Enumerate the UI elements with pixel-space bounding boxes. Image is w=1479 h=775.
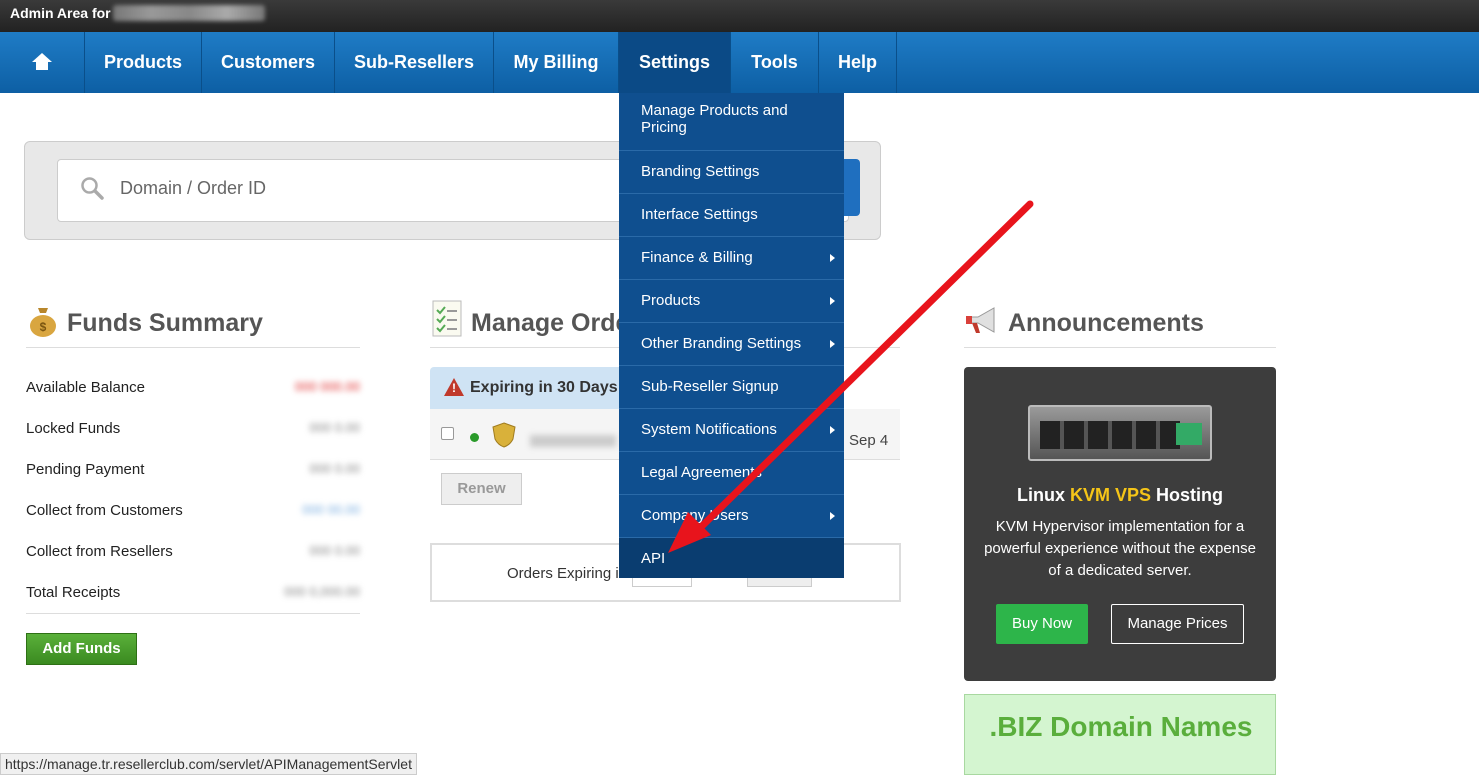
menu-interface-settings[interactable]: Interface Settings <box>619 193 844 236</box>
fund-value-redacted: 000 0.00 <box>309 543 360 558</box>
manage-orders-title: Manage Orde <box>471 309 630 337</box>
fund-label: Collect from Resellers <box>26 543 173 560</box>
vps-promo-card: Linux KVM VPS Hosting KVM Hypervisor imp… <box>964 367 1276 681</box>
fund-label: Pending Payment <box>26 461 145 478</box>
submenu-arrow-icon <box>830 426 835 434</box>
menu-item-label: Other Branding Settings <box>641 335 802 352</box>
money-bag-icon: $ <box>30 308 56 337</box>
submenu-arrow-icon <box>830 340 835 348</box>
order-date: Sep 4 <box>849 432 889 449</box>
fund-row-collect-customers: Collect from Customers 000 00.00 <box>26 502 360 519</box>
funds-divider <box>26 347 360 348</box>
fund-label: Total Receipts <box>26 584 121 601</box>
menu-system-notifications[interactable]: System Notifications <box>619 408 844 451</box>
menu-company-users[interactable]: Company Users <box>619 494 844 537</box>
fund-row-available: Available Balance 000 000.00 <box>26 379 360 396</box>
announcements-title: Announcements <box>1008 309 1204 337</box>
admin-topbar: Admin Area for <box>0 0 1479 32</box>
admin-area-title: Admin Area for <box>10 5 111 21</box>
submenu-arrow-icon <box>830 254 835 262</box>
promo-heading: Linux KVM VPS Hosting <box>964 485 1276 506</box>
announcements-divider <box>964 347 1276 348</box>
order-checkbox[interactable] <box>441 427 454 440</box>
menu-item-label: Company Users <box>641 507 749 524</box>
server-rack-icon <box>1028 405 1212 461</box>
settings-dropdown: Manage Products and Pricing Branding Set… <box>619 93 844 578</box>
fund-label: Locked Funds <box>26 420 121 437</box>
warning-icon <box>444 378 464 396</box>
expiring-tab[interactable]: Expiring in 30 Days <box>430 367 630 409</box>
checklist-icon <box>432 300 462 337</box>
fund-value-redacted: 000 000.00 <box>294 379 360 394</box>
biz-promo-title: .BIZ Domain Names <box>989 711 1253 742</box>
promo-heading-post: Hosting <box>1151 485 1224 505</box>
order-domain-redacted[interactable] <box>530 435 616 447</box>
menu-products[interactable]: Products <box>619 279 844 322</box>
search-icon <box>81 177 104 200</box>
fund-label: Collect from Customers <box>26 502 183 519</box>
promo-description: KVM Hypervisor implementation for a powe… <box>984 518 1256 579</box>
promo-heading-pre: Linux <box>1016 485 1070 505</box>
menu-api[interactable]: API <box>619 537 844 578</box>
menu-item-label: API <box>641 550 666 567</box>
redacted-domain <box>113 5 265 21</box>
nav-settings[interactable]: Settings <box>619 32 731 93</box>
fund-label: Available Balance <box>26 379 145 396</box>
menu-item-label: Legal Agreements <box>641 464 762 481</box>
home-icon <box>32 53 52 71</box>
renew-button[interactable]: Renew <box>441 473 522 505</box>
orders-expiring-label: Orders Expiring i <box>507 565 619 582</box>
menu-branding-settings[interactable]: Branding Settings <box>619 150 844 193</box>
megaphone-icon <box>966 307 995 333</box>
menu-item-label: Manage Products and Pricing <box>641 102 788 136</box>
fund-row-pending: Pending Payment 000 0.00 <box>26 461 360 478</box>
submenu-arrow-icon <box>830 512 835 520</box>
funds-bottom-divider <box>26 613 360 614</box>
fund-row-collect-resellers: Collect from Resellers 000 0.00 <box>26 543 360 560</box>
fund-row-locked: Locked Funds 000 0.00 <box>26 420 360 437</box>
menu-sub-reseller-signup[interactable]: Sub-Reseller Signup <box>619 365 844 408</box>
nav-my-billing[interactable]: My Billing <box>494 32 619 93</box>
menu-item-label: Branding Settings <box>641 163 760 180</box>
menu-item-label: Sub-Reseller Signup <box>641 378 779 395</box>
fund-value-redacted: 000 0,000.00 <box>284 584 360 599</box>
browser-status-url: https://manage.tr.resellerclub.com/servl… <box>0 753 417 775</box>
menu-finance-billing[interactable]: Finance & Billing <box>619 236 844 279</box>
svg-text:$: $ <box>40 320 47 334</box>
funds-summary-title: Funds Summary <box>67 309 263 337</box>
fund-row-total-receipts: Total Receipts 000 0,000.00 <box>26 584 360 601</box>
main-nav: Products Customers Sub-Resellers My Bill… <box>0 32 1479 93</box>
add-funds-button[interactable]: Add Funds <box>26 633 137 665</box>
menu-item-label: Interface Settings <box>641 206 758 223</box>
nav-home[interactable] <box>0 32 85 93</box>
nav-sub-resellers[interactable]: Sub-Resellers <box>335 32 494 93</box>
shield-icon <box>492 422 516 448</box>
nav-products[interactable]: Products <box>85 32 202 93</box>
fund-value-redacted: 000 0.00 <box>309 461 360 476</box>
expiring-label: Expiring in 30 Days <box>470 379 618 396</box>
nav-help[interactable]: Help <box>819 32 897 93</box>
menu-item-label: Finance & Billing <box>641 249 753 266</box>
search-input[interactable] <box>120 178 620 199</box>
fund-value-redacted: 000 00.00 <box>302 502 360 517</box>
buy-now-button[interactable]: Buy Now <box>996 604 1088 644</box>
menu-manage-products-pricing[interactable]: Manage Products and Pricing <box>619 93 844 150</box>
promo-heading-highlight: KVM VPS <box>1069 485 1152 505</box>
menu-item-label: Products <box>641 292 701 309</box>
nav-customers[interactable]: Customers <box>202 32 335 93</box>
menu-item-label: System Notifications <box>641 421 777 438</box>
manage-prices-button[interactable]: Manage Prices <box>1111 604 1244 644</box>
menu-legal-agreements[interactable]: Legal Agreements <box>619 451 844 494</box>
nav-tools[interactable]: Tools <box>731 32 819 93</box>
status-dot-icon <box>470 433 479 442</box>
biz-domain-promo[interactable]: .BIZ Domain Names <box>964 694 1276 775</box>
submenu-arrow-icon <box>830 297 835 305</box>
menu-other-branding-settings[interactable]: Other Branding Settings <box>619 322 844 365</box>
fund-value-redacted: 000 0.00 <box>309 420 360 435</box>
